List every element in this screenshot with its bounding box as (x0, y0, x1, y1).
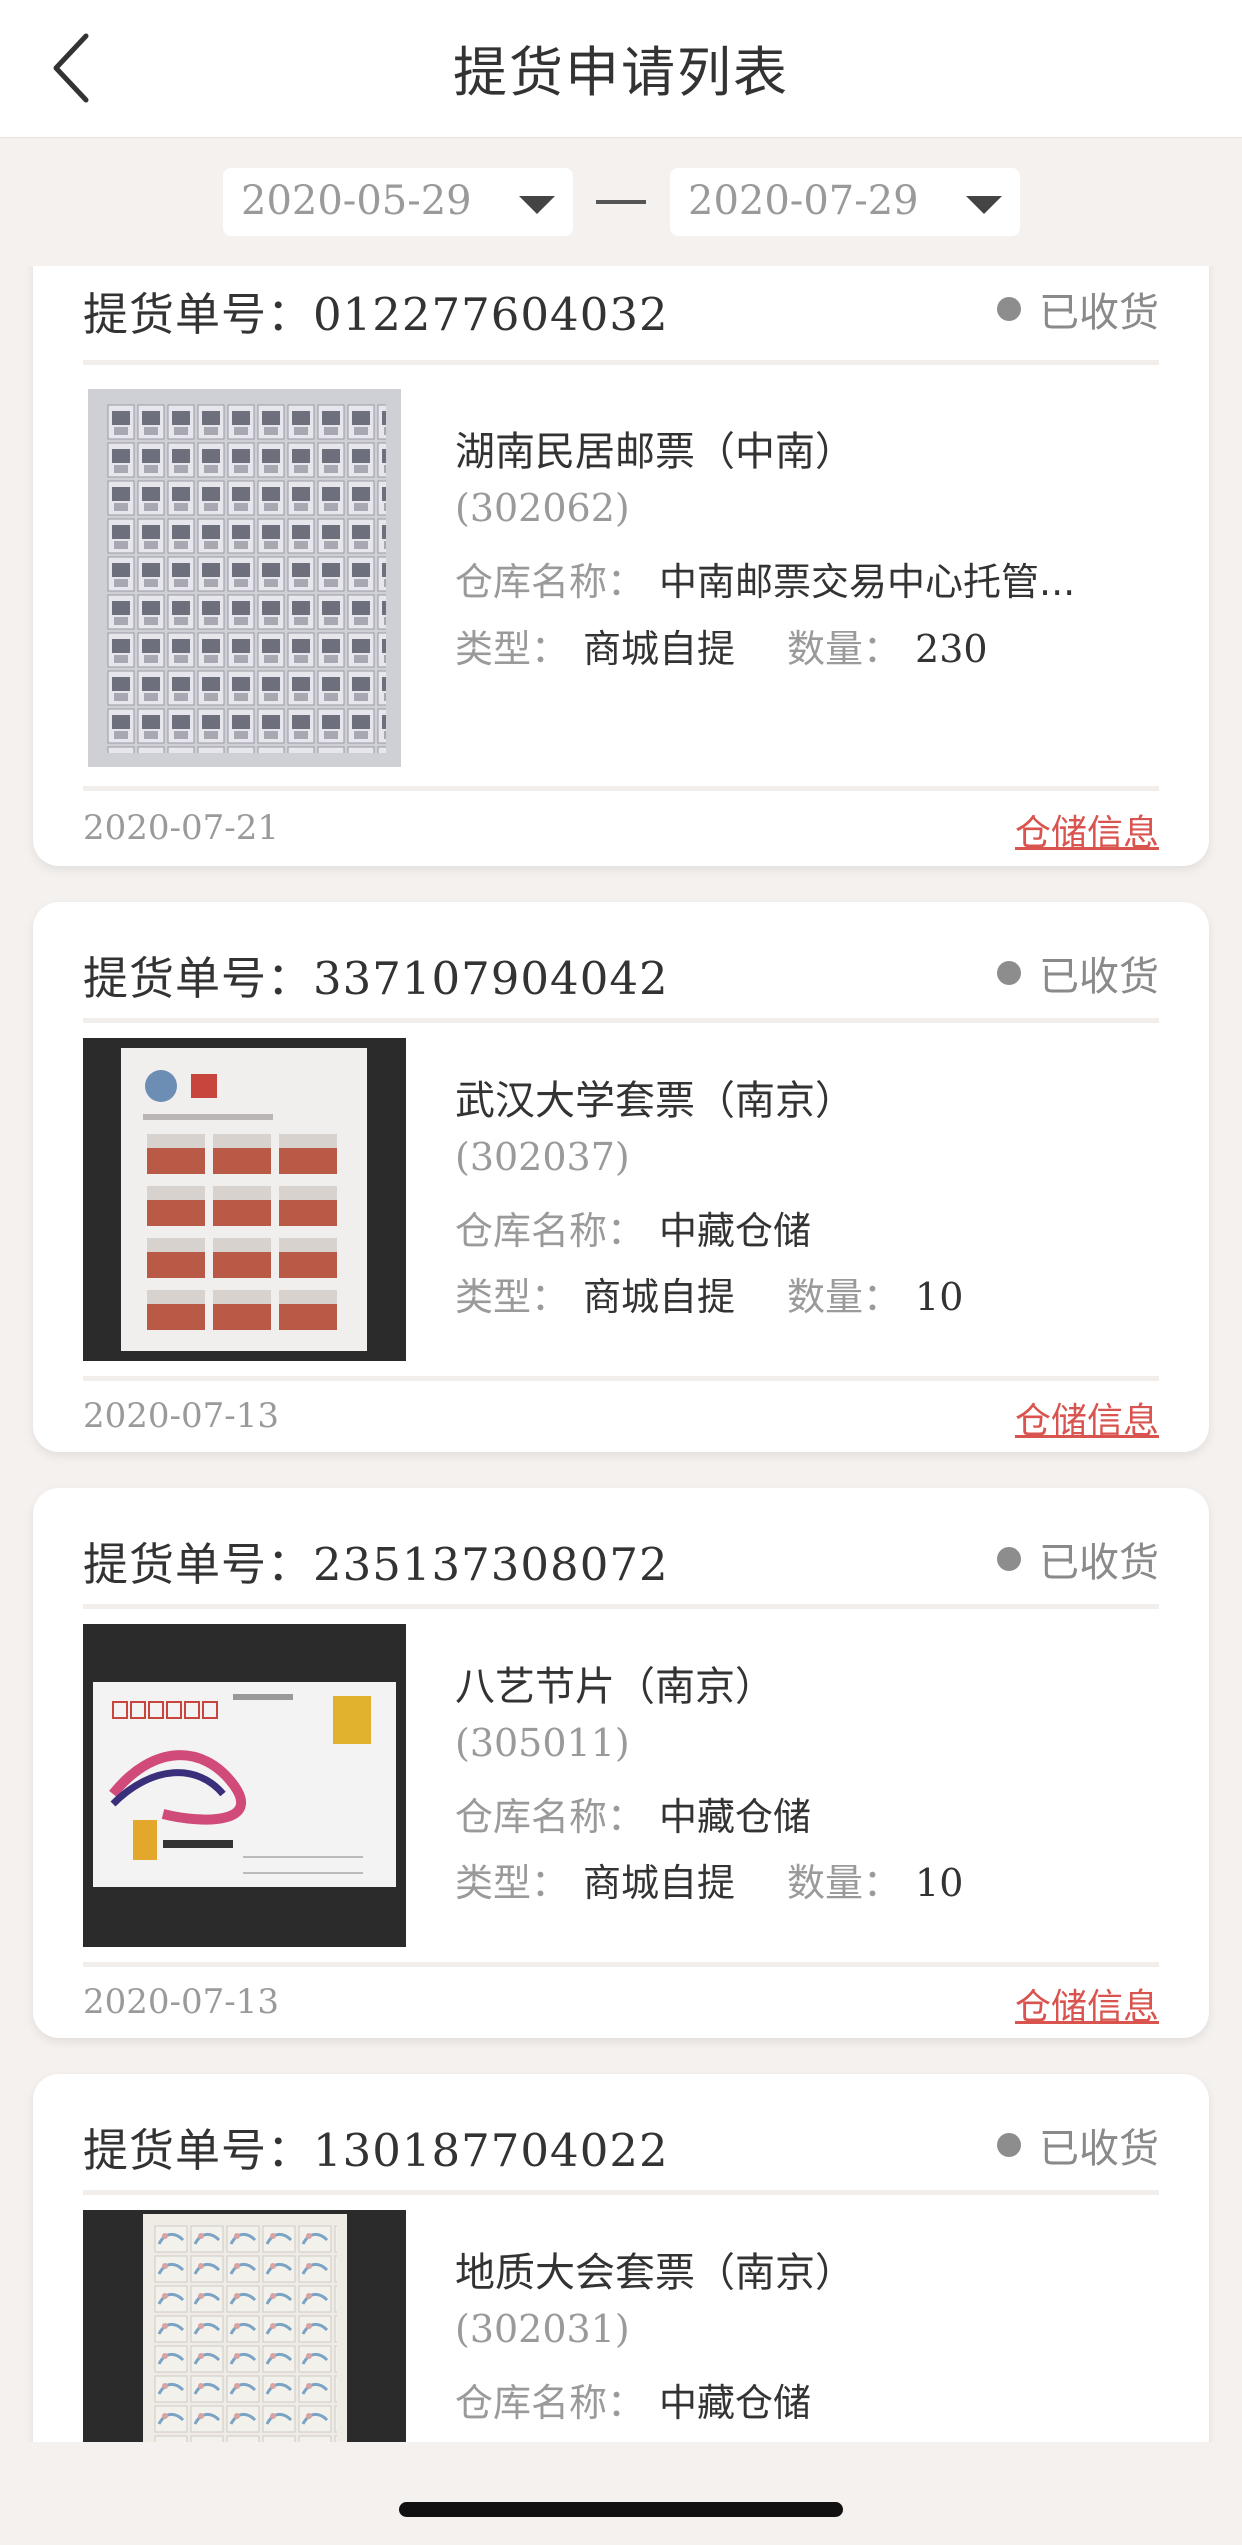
warehouse-row: 仓库名称： 中南邮票交易中心托管... (455, 560, 1076, 604)
type-quantity-row: 类型： 商城自提 数量： 230 (455, 627, 988, 671)
product-image (88, 389, 401, 767)
end-date-value: 2020-07-29 (688, 178, 919, 224)
status-badge: 已收货 (997, 944, 1159, 1002)
product-image (83, 1038, 406, 1361)
storage-info-link[interactable]: 仓储信息 (1015, 804, 1159, 856)
status-dot-icon (997, 961, 1021, 985)
warehouse-row: 仓库名称： 中藏仓储 (455, 1795, 812, 1839)
type-quantity-row: 类型： 商城自提 数量： 10 (455, 1861, 964, 1905)
divider (83, 1604, 1159, 1609)
status-badge: 已收货 (997, 1530, 1159, 1588)
date-range-separator (596, 200, 646, 204)
storage-info-link[interactable]: 仓储信息 (1015, 1978, 1159, 2030)
status-dot-icon (997, 1547, 1021, 1571)
start-date-picker[interactable]: 2020-05-29 (223, 168, 573, 236)
order-card[interactable]: 提货单号：012277604032 已收货 湖南民居邮票（中南） (302062… (33, 266, 1209, 866)
product-name: 武汉大学套票（南京） (455, 1078, 855, 1124)
divider (83, 1962, 1159, 1967)
divider (83, 360, 1159, 365)
product-code: (302037) (455, 1135, 630, 1179)
caret-down-icon (966, 196, 1002, 214)
order-list[interactable]: 提货单号：012277604032 已收货 湖南民居邮票（中南） (302062… (0, 266, 1242, 2442)
product-name: 湖南民居邮票（中南） (455, 429, 855, 475)
status-dot-icon (997, 2133, 1021, 2157)
type-quantity-row: 类型： 商城自提 数量： 10 (455, 1275, 964, 1319)
home-indicator (399, 2502, 843, 2517)
order-date: 2020-07-13 (83, 1982, 280, 2022)
order-date: 2020-07-21 (83, 808, 280, 848)
start-date-value: 2020-05-29 (241, 178, 472, 224)
order-number: 提货单号：235137308072 (83, 1538, 669, 1591)
end-date-picker[interactable]: 2020-07-29 (670, 168, 1020, 236)
product-code: (302031) (455, 2307, 630, 2351)
storage-info-link[interactable]: 仓储信息 (1015, 1392, 1159, 1444)
divider (83, 1018, 1159, 1023)
order-card[interactable]: 提货单号：130187704022 已收货 地质大会套票（南京） (302031… (33, 2074, 1209, 2442)
status-badge: 已收货 (997, 2116, 1159, 2174)
order-number: 提货单号：130187704022 (83, 2124, 669, 2177)
order-card[interactable]: 提货单号：235137308072 已收货 八艺节片（南京） (305011) … (33, 1488, 1209, 2038)
order-number: 提货单号：337107904042 (83, 952, 669, 1005)
order-date: 2020-07-13 (83, 1396, 280, 1436)
status-dot-icon (997, 297, 1021, 321)
warehouse-row: 仓库名称： 中藏仓储 (455, 2381, 812, 2425)
product-name: 地质大会套票（南京） (455, 2250, 855, 2296)
page-title: 提货申请列表 (453, 41, 789, 104)
product-name: 八艺节片（南京） (455, 1664, 775, 1710)
product-code: (305011) (455, 1721, 630, 1765)
divider (83, 1376, 1159, 1381)
order-number: 提货单号：012277604032 (83, 288, 669, 341)
order-card[interactable]: 提货单号：337107904042 已收货 武汉大学套票（南京） (302037… (33, 902, 1209, 1452)
product-image (83, 1624, 406, 1947)
product-code: (302062) (455, 486, 630, 530)
product-image (83, 2210, 406, 2442)
status-badge: 已收货 (997, 280, 1159, 338)
caret-down-icon (519, 196, 555, 214)
warehouse-row: 仓库名称： 中藏仓储 (455, 1209, 812, 1253)
divider (83, 2190, 1159, 2195)
nav-bar: 提货申请列表 (0, 0, 1242, 138)
divider (83, 786, 1159, 791)
